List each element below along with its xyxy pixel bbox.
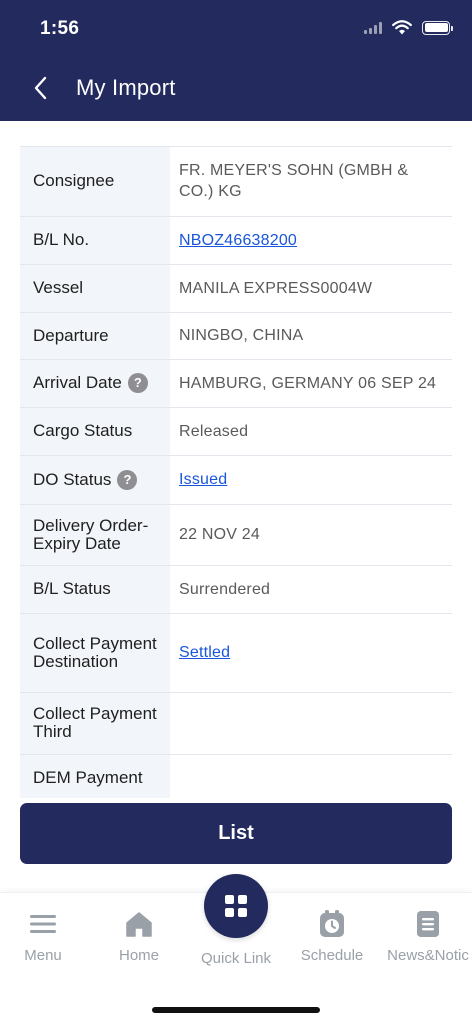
- row-label: B/L Status: [33, 579, 111, 598]
- battery-icon: [422, 20, 453, 35]
- bl-number-cell: NBOZ46638200: [170, 216, 452, 265]
- do-expiry-value: 22 NOV 24: [170, 504, 452, 566]
- row-label-cell: DO Status?: [20, 455, 170, 505]
- tab-quick-link-label[interactable]: Quick Link: [186, 950, 286, 967]
- row-label: DEM Payment: [33, 768, 143, 787]
- row-label: Departure: [33, 325, 109, 345]
- row-label: B/L No.: [33, 230, 90, 249]
- table-row: B/L Status Surrendered: [20, 565, 452, 614]
- tab-label: Menu: [24, 947, 62, 964]
- tab-menu[interactable]: Menu: [0, 907, 90, 964]
- list-button[interactable]: List: [20, 803, 452, 864]
- dem-payment-value: [170, 754, 452, 798]
- table-row: Delivery Order-Expiry Date 22 NOV 24: [20, 504, 452, 566]
- hamburger-icon: [30, 915, 56, 933]
- row-label-cell: Delivery Order-Expiry Date: [20, 504, 170, 566]
- row-label: Consignee: [33, 171, 115, 191]
- quick-link-button[interactable]: [204, 874, 268, 938]
- table-row: Cargo Status Released: [20, 407, 452, 456]
- row-label-cell: Arrival Date?: [20, 359, 170, 408]
- alarm-clock-icon: [320, 910, 344, 937]
- table-row: Arrival Date? HAMBURG, GERMANY 06 SEP 24: [20, 359, 452, 408]
- row-label-cell: B/L Status: [20, 565, 170, 614]
- row-label: Arrival Date: [33, 373, 122, 392]
- house-icon: [126, 912, 152, 937]
- app-header: 1:56 My Import: [0, 0, 472, 121]
- row-label: Collect Payment Destination: [33, 633, 157, 671]
- back-button[interactable]: [22, 70, 58, 106]
- row-label: Cargo Status: [33, 421, 133, 440]
- table-row: DEM Payment: [20, 754, 452, 798]
- tab-label: News&Notic: [387, 947, 469, 964]
- tab-label: Schedule: [300, 947, 364, 964]
- do-status-link[interactable]: Issued: [179, 471, 227, 488]
- row-label-cell: Collect Payment Third: [20, 692, 170, 755]
- table-row: Departure NINGBO, CHINA: [20, 312, 452, 360]
- status-icons: [364, 20, 453, 35]
- do-status-cell: Issued: [170, 455, 452, 505]
- departure-value: NINGBO, CHINA: [170, 312, 452, 360]
- nav-bar: My Import: [0, 64, 472, 112]
- row-label-cell: Cargo Status: [20, 407, 170, 456]
- tab-home[interactable]: Home: [92, 907, 186, 964]
- collect-payment-third-value: [170, 692, 452, 755]
- row-label-cell: Collect Payment Destination: [20, 613, 170, 693]
- row-label-cell: Departure: [20, 312, 170, 360]
- tab-news[interactable]: News&Notic: [381, 907, 472, 964]
- import-details-table[interactable]: Consignee FR. MEYER'S SOHN (GMBH & CO.) …: [20, 146, 452, 798]
- consignee-value: FR. MEYER'S SOHN (GMBH & CO.) KG: [170, 147, 452, 217]
- row-label-cell: B/L No.: [20, 216, 170, 265]
- row-label: Collect Payment Third: [33, 704, 157, 741]
- table-row: Collect Payment Third: [20, 692, 452, 755]
- row-label-cell: Consignee: [20, 147, 170, 217]
- row-label-cell: DEM Payment: [20, 754, 170, 798]
- help-icon[interactable]: ?: [117, 469, 138, 490]
- collect-payment-destination-link[interactable]: Settled: [179, 644, 230, 661]
- wifi-icon: [392, 20, 412, 35]
- status-bar: 1:56: [0, 0, 472, 60]
- tab-schedule[interactable]: Schedule: [285, 907, 379, 964]
- row-label: DO Status: [33, 469, 112, 489]
- page-title: My Import: [76, 75, 176, 100]
- bl-status-value: Surrendered: [170, 565, 452, 614]
- row-label-cell: Vessel: [20, 264, 170, 313]
- tab-label: Home: [118, 947, 159, 964]
- cellular-signal-icon: [364, 21, 382, 34]
- chevron-left-icon: [34, 76, 47, 100]
- row-label: Delivery Order-Expiry Date: [33, 515, 149, 553]
- home-indicator: [152, 1007, 320, 1013]
- table-row: B/L No. NBOZ46638200: [20, 216, 452, 265]
- table-row: Consignee FR. MEYER'S SOHN (GMBH & CO.) …: [20, 147, 452, 217]
- row-label: Vessel: [33, 278, 84, 297]
- grid-icon: [225, 895, 247, 917]
- cargo-status-value: Released: [170, 407, 452, 456]
- arrival-date-value: HAMBURG, GERMANY 06 SEP 24: [170, 359, 452, 408]
- vessel-value: MANILA EXPRESS0004W: [170, 264, 452, 313]
- table-row: DO Status? Issued: [20, 455, 452, 505]
- table-row: Vessel MANILA EXPRESS0004W: [20, 264, 452, 313]
- collect-payment-destination-cell: Settled: [170, 613, 452, 693]
- document-icon: [417, 911, 439, 937]
- bl-number-link[interactable]: NBOZ46638200: [179, 232, 297, 249]
- table-row: Collect Payment Destination Settled: [20, 613, 452, 693]
- status-time: 1:56: [40, 18, 80, 39]
- help-icon[interactable]: ?: [127, 373, 148, 393]
